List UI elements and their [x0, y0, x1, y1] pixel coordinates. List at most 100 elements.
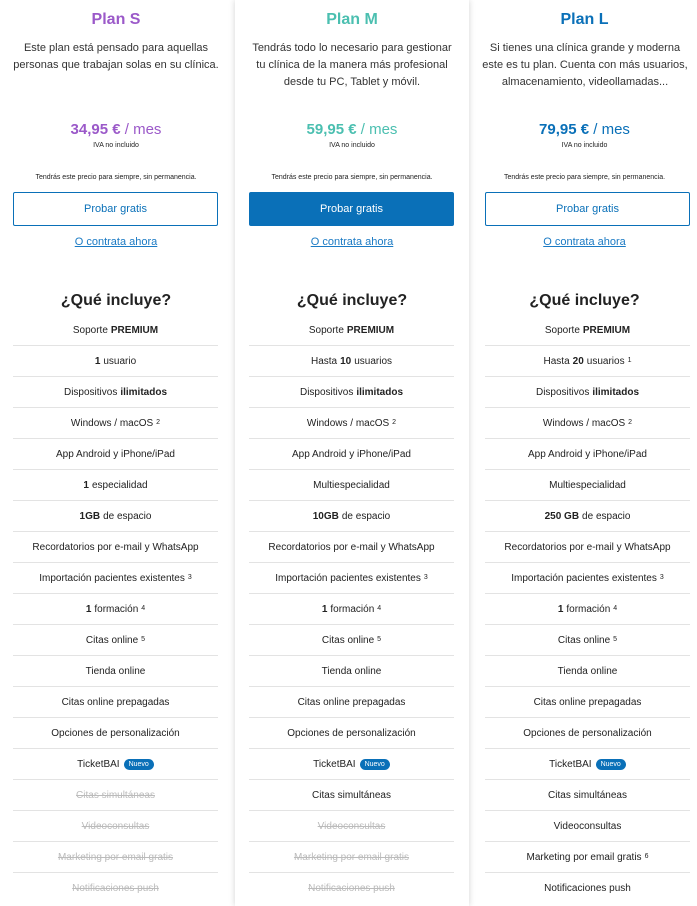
feature-text: Citas simultáneas: [76, 789, 155, 801]
contract-now-link[interactable]: O contrata ahora: [0, 236, 232, 248]
footnote-marker: 4: [377, 604, 382, 612]
contract-now-link[interactable]: O contrata ahora: [472, 236, 697, 248]
footnote-marker: 4: [141, 604, 146, 612]
feature-item: Opciones de personalización: [485, 718, 690, 749]
feature-text: TicketBAI: [549, 758, 592, 770]
feature-item: Citas online prepagadas: [485, 687, 690, 718]
plan-description: Si tienes una clínica grande y moderna e…: [475, 40, 695, 91]
description-line: Si tienes una clínica grande y moderna: [489, 42, 681, 54]
feature-item: Multiespecialidad: [249, 470, 454, 501]
feature-text: Citas simultáneas: [548, 789, 627, 801]
feature-item: Recordatorios por e-mail y WhatsApp: [13, 532, 218, 563]
plan-name: Plan L: [560, 11, 609, 28]
feature-text: Importación pacientes existentes: [39, 572, 185, 584]
feature-item: Dispositivos ilimitados: [249, 377, 454, 408]
pricing-plans: Plan S Este plan está pensado para aquel…: [0, 0, 697, 906]
feature-item: Soporte PREMIUM: [485, 315, 690, 346]
feature-item: 10GB de espacio: [249, 501, 454, 532]
feature-item: Marketing por email gratis: [13, 842, 218, 873]
try-free-button[interactable]: Probar gratis: [13, 192, 218, 226]
feature-item: Videoconsultas: [249, 811, 454, 842]
feature-text: TicketBAI: [77, 758, 120, 770]
feature-text: Importación pacientes existentes: [275, 572, 421, 584]
feature-text: TicketBAI: [313, 758, 356, 770]
price-amount: 34,95 €: [70, 121, 121, 138]
feature-text: Citas online: [321, 634, 375, 646]
feature-text: Windows / macOS: [306, 417, 390, 429]
feature-item: Soporte PREMIUM: [249, 315, 454, 346]
new-badge: Nuevo: [359, 758, 390, 770]
feature-item: Citas online prepagadas: [13, 687, 218, 718]
feature-item: Recordatorios por e-mail y WhatsApp: [485, 532, 690, 563]
footnote-marker: 5: [377, 635, 382, 643]
feature-item: 1 especialidad: [13, 470, 218, 501]
feature-item: Notificaciones push: [485, 873, 690, 904]
footnote-marker: 5: [141, 635, 146, 643]
plan-s-card: Plan S Este plan está pensado para aquel…: [0, 0, 232, 906]
feature-item: Videoconsultas: [485, 811, 690, 842]
try-free-button[interactable]: Probar gratis: [485, 192, 690, 226]
feature-text: formación: [94, 603, 139, 615]
feature-item: Dispositivos ilimitados: [13, 377, 218, 408]
feature-text: Citas simultáneas: [312, 789, 391, 801]
feature-text: de espacio: [103, 510, 152, 522]
feature-item: Tienda online: [485, 656, 690, 687]
feature-item: Marketing por email gratis 6: [485, 842, 690, 873]
feature-text: Citas online prepagadas: [297, 696, 406, 708]
feature-text: Recordatorios por e-mail y WhatsApp: [268, 541, 435, 553]
feature-item: Tienda online: [13, 656, 218, 687]
footnote-marker: 2: [628, 418, 633, 426]
includes-title: ¿Qué incluye?: [60, 292, 172, 309]
feature-text: Marketing por email gratis: [57, 851, 174, 863]
footnote-marker: 6: [644, 852, 649, 860]
plan-price: 59,95 € / mes: [235, 121, 469, 138]
description-line: personas que trabajan solas en su clínic…: [13, 59, 219, 71]
feature-text: formación: [566, 603, 611, 615]
feature-item: Opciones de personalización: [249, 718, 454, 749]
includes-title: ¿Qué incluye?: [529, 292, 640, 309]
feature-highlight: ilimitados: [356, 386, 404, 398]
feature-highlight: 1: [85, 603, 92, 615]
price-amount: 79,95 €: [539, 121, 590, 138]
feature-text: Tienda online: [85, 665, 146, 677]
feature-highlight: PREMIUM: [582, 324, 631, 336]
feature-highlight: 10: [340, 355, 352, 367]
plan-price: 34,95 € / mes: [0, 121, 232, 138]
feature-text: Videoconsultas: [553, 820, 622, 832]
feature-text: Videoconsultas: [317, 820, 386, 832]
feature-text: Importación pacientes existentes: [511, 572, 657, 584]
feature-item: 1 formación 4: [485, 594, 690, 625]
feature-text: Tienda online: [321, 665, 382, 677]
feature-text: Dispositivos: [535, 386, 590, 398]
plan-name: Plan M: [326, 11, 378, 28]
description-line: Tendrás todo lo necesario para gestionar: [252, 42, 452, 54]
feature-text: Soporte: [308, 324, 344, 336]
feature-highlight: ilimitados: [120, 386, 168, 398]
feature-highlight: PREMIUM: [110, 324, 159, 336]
feature-item: App Android y iPhone/iPad: [485, 439, 690, 470]
feature-text: de espacio: [582, 510, 631, 522]
feature-text: App Android y iPhone/iPad: [292, 448, 411, 460]
feature-item: Multiespecialidad: [485, 470, 690, 501]
price-guarantee-note: Tendrás este precio para siempre, sin pe…: [503, 174, 666, 181]
feature-highlight: 250 GB: [544, 510, 580, 522]
feature-item: Notificaciones push: [249, 873, 454, 904]
contract-now-link[interactable]: O contrata ahora: [235, 236, 469, 248]
price-period: / mes: [120, 121, 162, 138]
feature-item: Videoconsultas: [13, 811, 218, 842]
feature-text: Citas online prepagadas: [61, 696, 170, 708]
feature-highlight: 20: [572, 355, 584, 367]
feature-item: Dispositivos ilimitados: [485, 377, 690, 408]
feature-text: de espacio: [341, 510, 391, 522]
feature-text: Notificaciones push: [72, 883, 159, 894]
feature-text: Windows / macOS: [70, 417, 154, 429]
feature-text: Marketing por email gratis: [526, 851, 642, 863]
description-line: desde tu PC, Tablet y móvil.: [283, 76, 421, 88]
feature-item: Citas online 5: [485, 625, 690, 656]
try-free-button[interactable]: Probar gratis: [249, 192, 454, 226]
feature-item: TicketBAI Nuevo: [485, 749, 690, 780]
feature-item: 1 formación 4: [249, 594, 454, 625]
footnote-marker: 3: [423, 573, 428, 581]
feature-item: Importación pacientes existentes 3: [485, 563, 690, 594]
feature-highlight: 1: [83, 479, 89, 491]
